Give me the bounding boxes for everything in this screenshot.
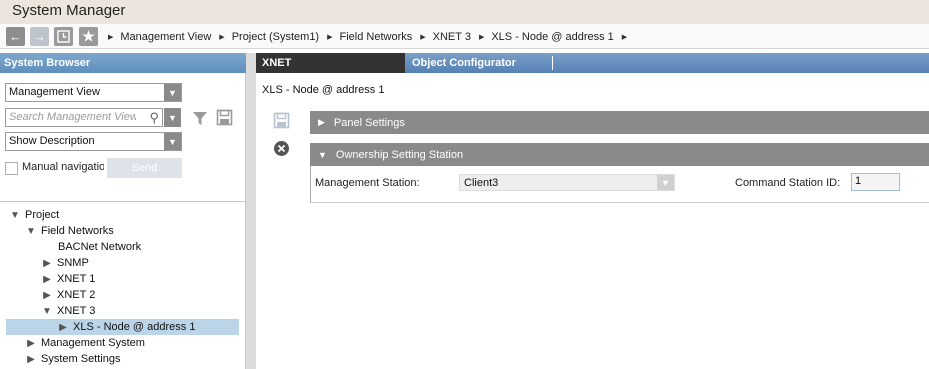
expand-triangle-icon[interactable]: ▼ xyxy=(25,226,37,237)
breadcrumb-separator-icon: ▶ xyxy=(108,34,114,41)
tree-node-label: XNET 1 xyxy=(57,273,96,285)
collapse-triangle-icon[interactable]: ▶ xyxy=(41,258,53,269)
navigation-bar: ← → ★ ▶ Management View ▶ Project (Syste… xyxy=(0,24,929,49)
tab-xnet[interactable]: XNET xyxy=(256,53,405,73)
save-icon[interactable] xyxy=(273,112,290,129)
command-station-field[interactable]: 1 xyxy=(851,173,900,191)
tree-node-label: XLS - Node @ address 1 xyxy=(73,321,196,333)
title-bar: System Manager xyxy=(0,0,929,24)
breadcrumb-separator-icon: ▶ xyxy=(621,34,628,41)
expand-triangle-icon[interactable]: ▼ xyxy=(41,306,53,317)
breadcrumb-item[interactable]: XLS - Node @ address 1 xyxy=(491,31,613,43)
search-field[interactable]: ⚲ xyxy=(5,108,163,127)
tree-node-xnet-2[interactable]: ▶ XNET 2 xyxy=(41,287,95,303)
ownership-body: Management Station: Client3 ▼ Command St… xyxy=(310,166,929,203)
section-title: Panel Settings xyxy=(333,116,405,129)
breadcrumb-separator-icon: ▶ xyxy=(478,34,485,41)
tree-node-label: XNET 3 xyxy=(57,305,96,317)
ownership-header[interactable]: ▼ Ownership Setting Station xyxy=(310,143,929,166)
collapse-triangle-icon[interactable]: ▶ xyxy=(41,274,53,285)
breadcrumb-item[interactable]: XNET 3 xyxy=(433,31,471,43)
tree-node-management-system[interactable]: ▶ Management System xyxy=(25,335,145,351)
forward-arrow-icon[interactable]: → xyxy=(30,27,49,46)
breadcrumb-item[interactable]: Management View xyxy=(120,31,211,43)
management-station-select[interactable]: Client3 ▼ xyxy=(459,174,675,191)
tree-node-xls-node[interactable]: ▶ XLS - Node @ address 1 xyxy=(6,319,239,335)
management-station-value: Client3 xyxy=(464,177,499,189)
star-icon[interactable]: ★ xyxy=(79,27,98,46)
tree-node-label: BACNet Network xyxy=(58,241,142,253)
object-title: XLS - Node @ address 1 xyxy=(262,84,385,96)
description-select-value: Show Description xyxy=(9,135,95,147)
search-icon[interactable]: ⚲ xyxy=(149,110,159,126)
breadcrumb-item[interactable]: Project (System1) xyxy=(232,31,319,43)
breadcrumb-separator-icon: ▶ xyxy=(219,34,225,41)
breadcrumb-separator-icon: ▶ xyxy=(420,34,426,41)
tree-node-project[interactable]: ▼ Project xyxy=(9,207,59,223)
manual-navigation-checkbox[interactable] xyxy=(5,162,18,175)
panel-settings-header[interactable]: ▶ Panel Settings xyxy=(310,111,929,134)
collapse-triangle-icon[interactable]: ▶ xyxy=(25,354,37,365)
send-button[interactable]: Send xyxy=(107,158,182,178)
breadcrumb-separator-icon: ▶ xyxy=(327,34,333,41)
breadcrumb: ▶ Management View ▶ Project (System1) ▶ … xyxy=(104,29,634,45)
section-title: Ownership Setting Station xyxy=(335,148,464,161)
search-input[interactable] xyxy=(6,109,136,125)
tree-node-system-settings[interactable]: ▶ System Settings xyxy=(25,351,120,367)
history-icon[interactable] xyxy=(54,27,73,46)
tree-node-xnet-1[interactable]: ▶ XNET 1 xyxy=(41,271,95,287)
system-browser-header: System Browser xyxy=(0,53,246,73)
breadcrumb-item[interactable]: Field Networks xyxy=(340,31,413,43)
tree-node-xnet-3[interactable]: ▼ XNET 3 xyxy=(41,303,95,319)
search-dropdown-icon[interactable]: ▼ xyxy=(164,108,181,127)
view-select-value: Management View xyxy=(9,86,100,98)
tab-object-configurator[interactable]: Object Configurator xyxy=(412,57,516,69)
tab-bar: XNET Object Configurator xyxy=(256,53,929,73)
expand-triangle-icon[interactable]: ▼ xyxy=(9,210,21,221)
chevron-down-icon[interactable]: ▼ xyxy=(164,133,181,150)
tree-node-label: XNET 2 xyxy=(57,289,96,301)
divider xyxy=(0,201,245,202)
cancel-icon[interactable] xyxy=(273,140,290,157)
expanded-triangle-icon: ▼ xyxy=(318,149,327,160)
chevron-down-icon[interactable]: ▼ xyxy=(164,84,181,101)
view-select[interactable]: Management View ▼ xyxy=(5,83,182,102)
system-browser-panel: Management View ▼ ⚲ ▼ Show Description ▼… xyxy=(0,73,246,369)
tree-node-field-networks[interactable]: ▼ Field Networks xyxy=(25,223,114,239)
save-icon[interactable] xyxy=(216,109,233,126)
management-station-label: Management Station: xyxy=(315,177,420,189)
chevron-down-icon[interactable]: ▼ xyxy=(657,175,674,190)
ownership-section: ▼ Ownership Setting Station Management S… xyxy=(310,143,929,203)
tree-node-label: System Settings xyxy=(41,353,121,365)
command-station-label: Command Station ID: xyxy=(735,177,841,189)
collapsed-triangle-icon: ▶ xyxy=(318,117,325,127)
collapse-triangle-icon[interactable]: ▶ xyxy=(41,290,53,301)
collapse-triangle-icon[interactable]: ▶ xyxy=(25,338,37,349)
panel-settings-section: ▶ Panel Settings xyxy=(310,111,929,134)
tree-node-label: SNMP xyxy=(57,257,89,269)
tree-node-bacnet-network[interactable]: BACNet Network xyxy=(58,239,141,255)
description-select[interactable]: Show Description ▼ xyxy=(5,132,182,151)
app-title: System Manager xyxy=(12,2,126,19)
tree-node-label: Field Networks xyxy=(41,225,114,237)
collapse-triangle-icon[interactable]: ▶ xyxy=(57,322,69,333)
tree-node-label: Management System xyxy=(41,337,145,349)
object-configurator-panel: XLS - Node @ address 1 ▶ Panel Settings … xyxy=(256,73,929,369)
tree-node-snmp[interactable]: ▶ SNMP xyxy=(41,255,89,271)
filter-icon[interactable] xyxy=(192,110,208,126)
back-arrow-icon[interactable]: ← xyxy=(6,27,25,46)
panel-splitter[interactable] xyxy=(246,53,256,369)
tab-separator xyxy=(552,56,553,70)
manual-navigation-label: Manual navigatio xyxy=(22,161,104,173)
tree-node-label: Project xyxy=(25,209,60,221)
